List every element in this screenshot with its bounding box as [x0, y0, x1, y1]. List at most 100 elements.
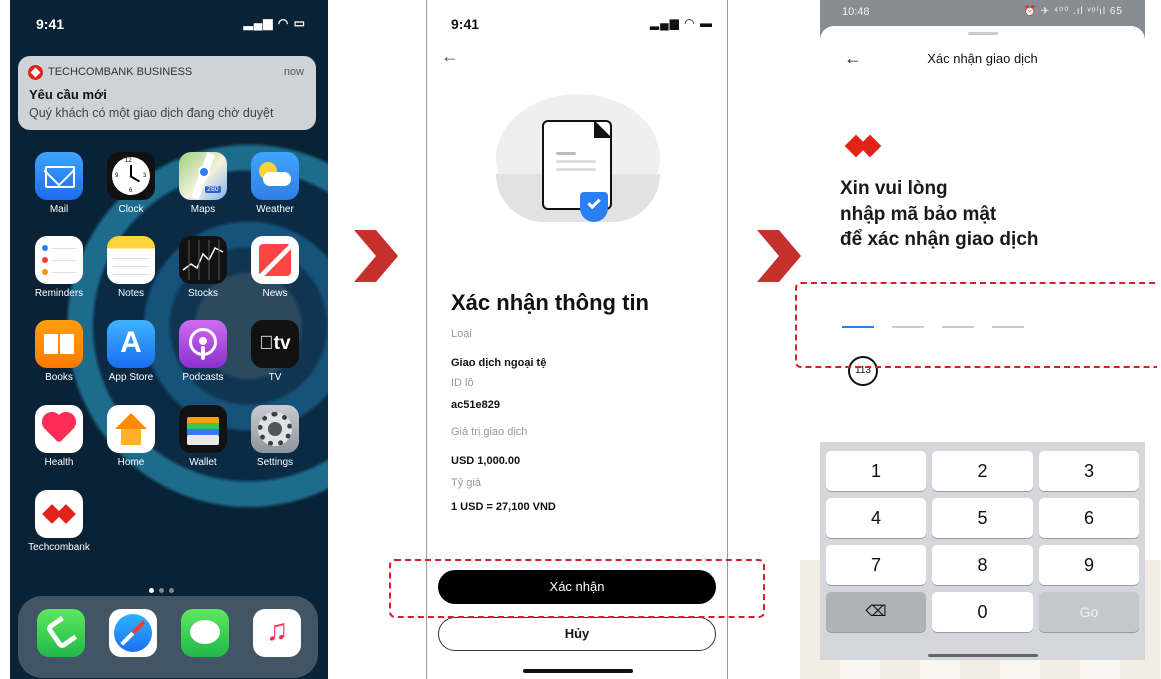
- app-label: App Store: [108, 372, 154, 383]
- app-tv[interactable]: tv TV: [248, 320, 302, 383]
- highlight-confirm-button: [389, 559, 765, 618]
- app-label: Techcombank: [28, 542, 90, 553]
- key-5[interactable]: 5: [932, 498, 1033, 538]
- home-indicator: [928, 654, 1038, 657]
- prompt-line: để xác nhận giao dịch: [840, 229, 1039, 250]
- sheet-grabber[interactable]: [968, 32, 998, 35]
- app-reminders[interactable]: Reminders: [32, 236, 86, 299]
- notification-time: now: [283, 66, 304, 78]
- page-title: Xác nhận thông tin: [451, 290, 649, 315]
- app-maps[interactable]: 280 Maps: [176, 152, 230, 215]
- notification-app-name: TECHCOMBANK BUSINESS: [48, 66, 193, 78]
- wallet-icon: [179, 405, 227, 453]
- app-app-store[interactable]: A App Store: [104, 320, 158, 383]
- dock-safari[interactable]: [106, 609, 160, 657]
- backspace-key[interactable]: ⌫: [826, 592, 926, 632]
- app-label: News: [262, 288, 288, 299]
- numeric-keypad: 1 2 3 4 5 6 7 8 9 ⌫ 0 Go: [820, 442, 1145, 660]
- app-label: Mail: [49, 204, 69, 215]
- app-label: Clock: [118, 204, 144, 215]
- app-podcasts[interactable]: Podcasts: [176, 320, 230, 383]
- app-books[interactable]: Books: [32, 320, 86, 383]
- highlight-otp-input: [795, 282, 1157, 368]
- key-0[interactable]: 0: [932, 592, 1033, 632]
- app-wallet[interactable]: Wallet: [176, 405, 230, 468]
- prompt-line: Xin vui lòng: [840, 178, 948, 199]
- field-value-rate: 1 USD = 27,100 VND: [451, 501, 556, 513]
- status-bar: 9:41 ▂▄▆ ◠ ▭: [10, 0, 328, 44]
- tv-glyph: tv: [266, 333, 291, 354]
- key-7[interactable]: 7: [826, 545, 926, 585]
- app-label: Health: [44, 457, 74, 468]
- app-label: Books: [45, 372, 73, 383]
- map-route-badge: 280: [205, 186, 221, 193]
- techcombank-logo-icon: [28, 65, 43, 80]
- signal-wifi-battery-icon: ▂▄▆ ◠ ▭: [243, 16, 306, 30]
- reminders-icon: [35, 236, 83, 284]
- home-indicator: [523, 669, 633, 673]
- podcasts-icon: [179, 320, 227, 368]
- techcombank-logo-icon: [844, 134, 888, 158]
- app-label: Wallet: [189, 457, 217, 468]
- app-label: Home: [117, 457, 145, 468]
- app-news[interactable]: News: [248, 236, 302, 299]
- field-value-amount: USD 1,000.00: [451, 455, 521, 467]
- key-3[interactable]: 3: [1039, 451, 1139, 491]
- key-8[interactable]: 8: [932, 545, 1033, 585]
- key-6[interactable]: 6: [1039, 498, 1139, 538]
- field-value-batch-id: ac51e829: [451, 399, 500, 411]
- status-time: 9:41: [451, 16, 480, 32]
- app-label: Settings: [256, 457, 294, 468]
- phone-home-screen: 9:41 ▂▄▆ ◠ ▭ TECHCOMBANK BUSINESS now Yê…: [10, 0, 328, 679]
- dock-messages[interactable]: [178, 609, 232, 657]
- clock-icon: 12 3 6 9: [107, 152, 155, 200]
- app-label: Reminders: [34, 288, 84, 299]
- status-time: 10:48: [842, 6, 870, 18]
- tv-icon: tv: [251, 320, 299, 368]
- notification-body: Quý khách có một giao dịch đang chờ duyệ…: [29, 106, 274, 120]
- app-health[interactable]: Health: [32, 405, 86, 468]
- app-label: Podcasts: [182, 372, 224, 383]
- app-label: Weather: [256, 204, 294, 215]
- app-clock[interactable]: 12 3 6 9 Clock: [104, 152, 158, 215]
- app-notes[interactable]: Notes: [104, 236, 158, 299]
- app-settings[interactable]: Settings: [248, 405, 302, 468]
- push-notification[interactable]: TECHCOMBANK BUSINESS now Yêu cầu mới Quý…: [18, 56, 316, 130]
- app-label: Notes: [117, 288, 145, 299]
- key-2[interactable]: 2: [932, 451, 1033, 491]
- prompt-line: nhập mã bảo mật: [840, 204, 997, 225]
- app-home[interactable]: Home: [104, 405, 158, 468]
- cancel-button[interactable]: Hủy: [438, 617, 716, 651]
- phone-icon: [37, 609, 85, 657]
- key-1[interactable]: 1: [826, 451, 926, 491]
- app-stocks[interactable]: Stocks: [176, 236, 230, 299]
- dock-phone[interactable]: [34, 609, 88, 657]
- clock-number-12: 12: [125, 158, 132, 164]
- field-label-type: Loại: [451, 328, 472, 340]
- music-icon: ♫: [253, 609, 301, 657]
- app-mail[interactable]: Mail: [32, 152, 86, 215]
- key-4[interactable]: 4: [826, 498, 926, 538]
- app-weather[interactable]: Weather: [248, 152, 302, 215]
- mail-icon: [35, 152, 83, 200]
- sheet-title: Xác nhận giao dịch: [927, 51, 1038, 66]
- messages-icon: [181, 609, 229, 657]
- tutorial-canvas: 9:41 ▂▄▆ ◠ ▭ TECHCOMBANK BUSINESS now Yê…: [0, 0, 1161, 679]
- field-label-rate: Tỷ giá: [451, 477, 481, 489]
- back-arrow-icon[interactable]: ←: [441, 46, 459, 67]
- maps-icon: 280: [179, 152, 227, 200]
- field-label-batch-id: ID lô: [451, 377, 474, 389]
- status-bar: 10:48 ⏰ ✈ ⁴⁰⁰ .ıl ᵛᵒˡıl 65: [820, 0, 1145, 24]
- techcombank-icon: [35, 490, 83, 538]
- go-key[interactable]: Go: [1039, 592, 1139, 632]
- weather-icon: [251, 152, 299, 200]
- home-icon: [107, 405, 155, 453]
- app-label: TV: [268, 372, 282, 383]
- dock: ♫: [18, 596, 318, 678]
- books-icon: [35, 320, 83, 368]
- stocks-icon: [179, 236, 227, 284]
- key-9[interactable]: 9: [1039, 545, 1139, 585]
- dock-music[interactable]: ♫: [250, 609, 304, 657]
- settings-icon: [251, 405, 299, 453]
- app-techcombank[interactable]: Techcombank: [28, 490, 90, 553]
